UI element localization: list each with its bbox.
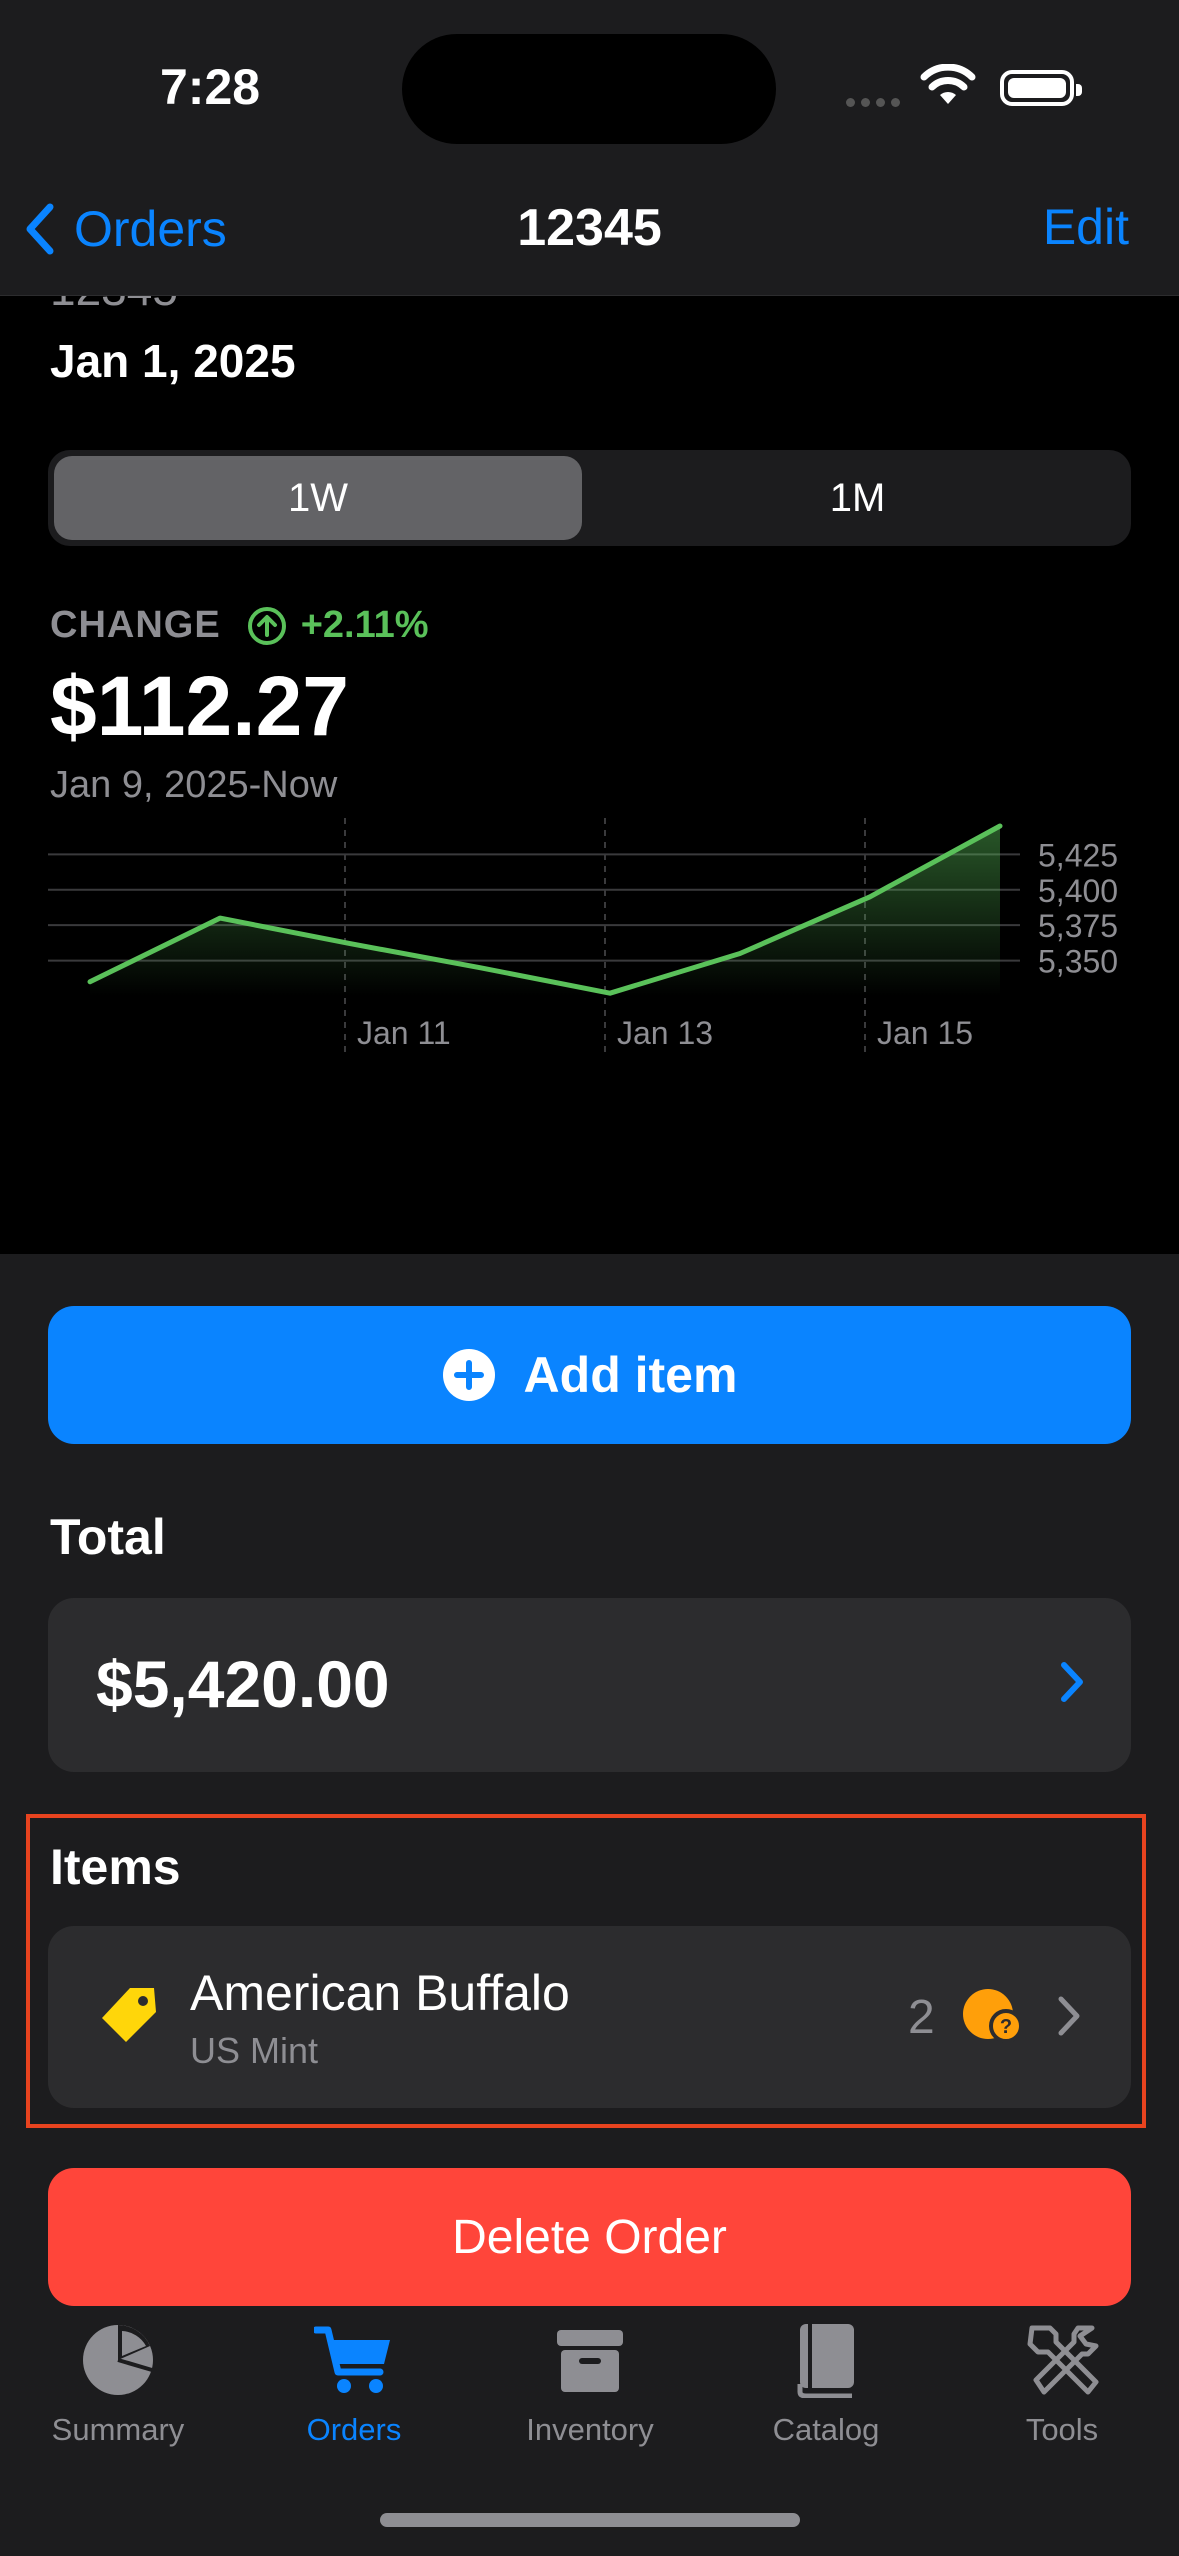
back-button-label: Orders — [74, 201, 227, 257]
y-tick-label: 5,375 — [1038, 908, 1118, 944]
total-section-title: Total — [50, 1509, 166, 1565]
tab-label: Tools — [1025, 2412, 1099, 2447]
status-bar: 7:28 — [0, 0, 1179, 150]
svg-text:?: ? — [1000, 2016, 1012, 2038]
archive-box-icon — [557, 2330, 623, 2392]
change-label: CHANGE — [50, 604, 221, 646]
time-range-segmented-control: 1W 1M — [48, 450, 1131, 546]
home-indicator — [380, 2513, 800, 2527]
chevron-left-icon — [26, 203, 54, 255]
cellular-signal-icon — [846, 94, 906, 112]
back-button[interactable]: Orders — [24, 200, 227, 258]
pie-chart-icon — [83, 2325, 153, 2395]
change-date-range: Jan 9, 2025-Now — [50, 764, 338, 806]
x-tick-label: Jan 11 — [357, 1015, 451, 1051]
order-date: Jan 1, 2025 — [50, 335, 296, 387]
chevron-right-icon — [1058, 1996, 1080, 2036]
x-tick-label: Jan 15 — [877, 1015, 973, 1051]
cart-icon — [314, 2326, 390, 2393]
y-tick-label: 5,350 — [1038, 944, 1118, 980]
segment-1w[interactable]: 1W — [54, 456, 582, 540]
total-value: $5,420.00 — [96, 1647, 390, 1721]
arrow-up-circle-icon — [247, 606, 286, 645]
items-section-title: Items — [50, 1839, 181, 1895]
edit-button[interactable]: Edit — [1043, 198, 1129, 256]
add-item-button[interactable]: Add item — [48, 1306, 1131, 1444]
tag-icon — [102, 1988, 156, 2042]
tab-tools[interactable]: Tools — [944, 2322, 1179, 2448]
add-item-label: Add item — [523, 1347, 738, 1403]
delete-order-button[interactable]: Delete Order — [48, 2168, 1131, 2306]
wrench-screwdriver-icon — [1027, 2325, 1099, 2395]
tab-orders[interactable]: Orders — [236, 2322, 472, 2448]
x-tick-label: Jan 13 — [617, 1015, 713, 1051]
book-icon — [797, 2324, 854, 2398]
item-subtitle: US Mint — [190, 2030, 319, 2071]
change-percent: +2.11% — [300, 604, 429, 646]
list-item[interactable]: American Buffalo US Mint 2 ? — [48, 1926, 1131, 2108]
price-chart: 5,4255,4005,3755,350 Jan 11 Jan 13 Jan 15 — [48, 816, 1118, 1056]
tab-label: Summary — [51, 2412, 185, 2447]
tab-label: Inventory — [526, 2412, 654, 2447]
chart-area-fill — [90, 826, 1000, 996]
tab-label: Catalog — [772, 2412, 880, 2447]
chevron-right-icon — [1061, 1662, 1083, 1702]
tab-label: Orders — [306, 2412, 402, 2447]
total-card[interactable]: $5,420.00 — [48, 1598, 1131, 1772]
tab-catalog[interactable]: Catalog — [708, 2322, 944, 2448]
tab-inventory[interactable]: Inventory — [472, 2322, 708, 2448]
item-name: American Buffalo — [190, 1965, 570, 2021]
battery-icon — [1000, 70, 1082, 106]
dynamic-island — [402, 34, 776, 144]
y-tick-label: 5,425 — [1038, 837, 1118, 873]
segment-1m[interactable]: 1M — [590, 456, 1125, 540]
change-row: CHANGE +2.11% — [50, 604, 429, 647]
order-header-section: 12345 Jan 1, 2025 1W 1M CHANGE +2.11% $1… — [0, 296, 1179, 1254]
tab-summary[interactable]: Summary — [0, 2322, 236, 2448]
order-number-clipped: 12345 — [50, 296, 178, 316]
y-tick-label: 5,400 — [1038, 873, 1118, 909]
status-time: 7:28 — [160, 59, 261, 115]
navigation-bar: 12345 Orders Edit — [0, 150, 1179, 296]
plus-circle-icon — [442, 1349, 495, 1401]
change-amount: $112.27 — [50, 659, 350, 753]
pending-question-icon: ? — [963, 1989, 1023, 2043]
item-quantity: 2 — [908, 1991, 935, 2044]
wifi-icon — [920, 63, 976, 111]
